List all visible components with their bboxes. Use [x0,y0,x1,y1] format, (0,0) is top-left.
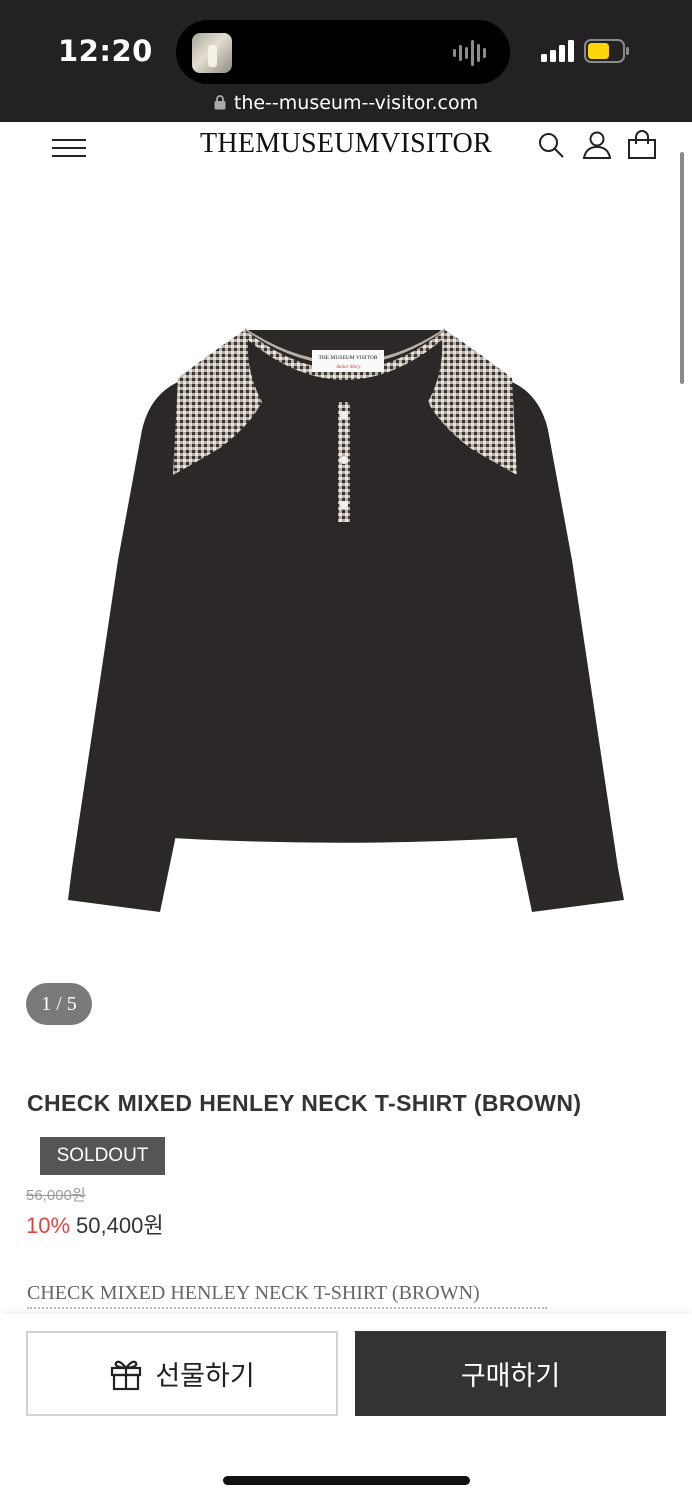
user-icon[interactable] [582,130,612,160]
product-description: CHECK MIXED HENLEY NECK T-SHIRT (BROWN) [27,1282,480,1304]
sale-price: 50,400원 [76,1213,164,1238]
url-text: the--museum--visitor.com [233,92,479,114]
garment-label-sub: Junior Story [336,365,362,370]
lock-icon [214,95,226,110]
ios-status-bar: 12:20 the--museum--visitor.com [0,0,692,133]
gift-button-label: 선물하기 [155,1361,255,1391]
battery-icon [584,39,629,63]
now-playing-thumbnail [192,33,232,73]
gift-button[interactable]: 선물하기 [26,1331,338,1416]
discount-rate: 10% [26,1213,71,1238]
price-row: 10% 50,400원 [26,1208,164,1240]
address-bar[interactable]: the--museum--visitor.com [0,92,692,114]
soldout-badge: SOLDOUT [40,1137,165,1175]
product-image[interactable]: THE MUSEUM VISITOR Junior Story [0,180,692,960]
audio-waveform-icon [453,40,486,66]
bottom-action-bar: 선물하기 구매하기 [0,1314,692,1500]
site-header: THEMUSEUMVISITOR [0,122,692,170]
search-icon[interactable] [536,130,566,160]
product-title: CHECK MIXED HENLEY NECK T-SHIRT (BROWN) [27,1090,582,1116]
garment-label-brand: THE MUSEUM VISITOR [318,355,377,361]
image-counter: 1 / 5 [26,983,92,1025]
original-price: 56,000원 [26,1187,86,1204]
buy-button[interactable]: 구매하기 [355,1331,666,1416]
buy-button-label: 구매하기 [460,1361,561,1391]
dynamic-island[interactable] [176,20,510,84]
home-indicator[interactable] [223,1476,470,1485]
shopping-bag-icon[interactable] [627,130,657,160]
gift-icon [111,1360,142,1390]
status-time: 12:20 [58,34,153,68]
cellular-signal-icon [541,40,574,62]
